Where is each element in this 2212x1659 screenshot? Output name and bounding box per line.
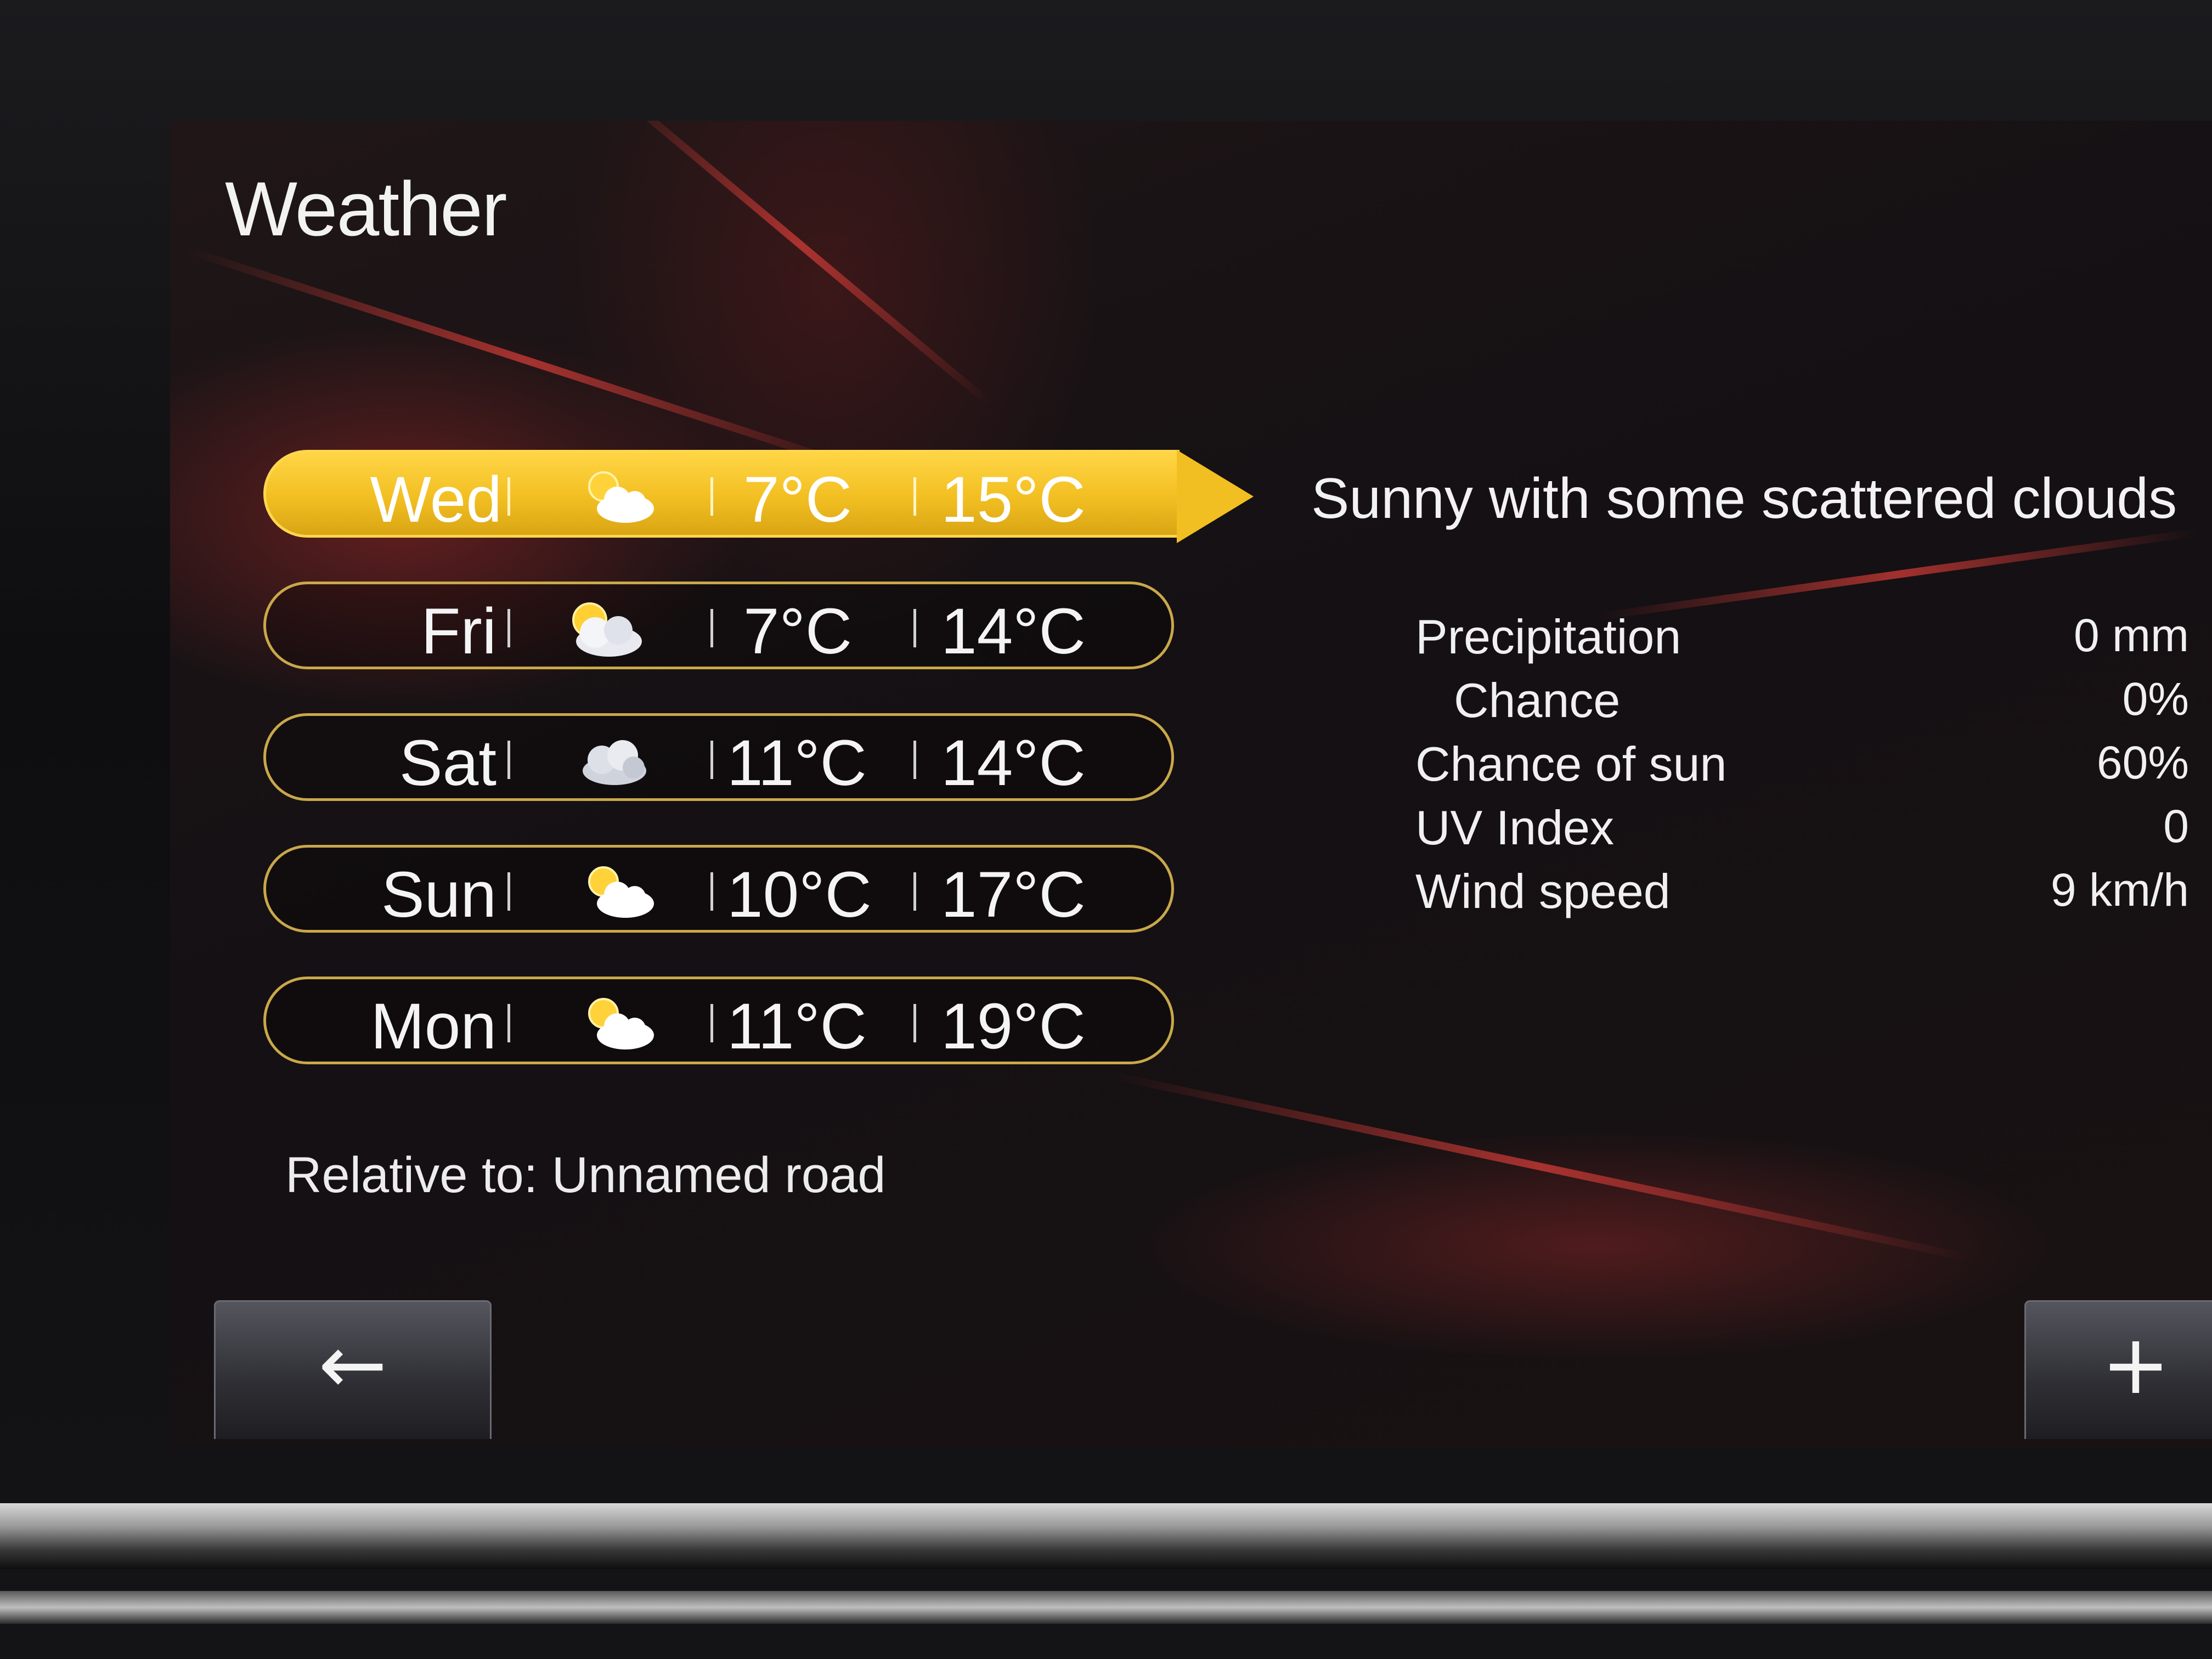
plus-icon: + [2101, 1317, 2170, 1413]
separator [507, 477, 510, 516]
separator [913, 1004, 916, 1042]
temp-low: 10°C [727, 859, 872, 931]
temp-high: 14°C [941, 595, 1086, 668]
background-streak [1599, 528, 2198, 620]
separator [710, 1004, 713, 1042]
separator [507, 609, 510, 647]
temp-high: 15°C [941, 464, 1086, 536]
separator [913, 609, 916, 647]
temp-low: 7°C [743, 464, 853, 536]
detail-row-chance-of-sun: Chance of sun 60% [1415, 736, 2189, 800]
detail-value: 60% [2096, 737, 2189, 788]
detail-row-chance: Chance 0% [1415, 673, 2189, 736]
forecast-row-mon[interactable]: Mon 11°C 19°C [263, 977, 1174, 1064]
detail-value: 0 mm [2074, 610, 2189, 661]
forecast-summary: Sunny with some scattered clouds [1311, 467, 2177, 531]
separator [710, 477, 713, 516]
background-streak [1111, 1071, 1972, 1262]
sun-cloud-icon [573, 990, 661, 1056]
forecast-row-fri[interactable]: Fri 7°C 14°C [263, 582, 1174, 669]
separator [507, 741, 510, 779]
page-title: Weather [225, 166, 507, 252]
detail-label: Chance [1454, 673, 1621, 727]
sun-cloud-icon [573, 859, 661, 924]
weather-details: Precipitation 0 mm Chance 0% Chance of s… [1415, 609, 2189, 927]
detail-label: Wind speed [1415, 864, 1671, 918]
weather-screen: Weather Wed 7°C 15°C Fri 7°C 14°C Sat 11… [170, 121, 2212, 1448]
back-button[interactable]: ← [214, 1300, 492, 1439]
separator [710, 609, 713, 647]
separator [913, 477, 916, 516]
day-name: Sun [381, 859, 496, 931]
detail-label: Chance of sun [1415, 737, 1727, 791]
temp-low: 11°C [727, 727, 867, 799]
forecast-row-wed[interactable]: Wed 7°C 15°C [263, 450, 1254, 543]
sun-behind-clouds-icon [557, 595, 645, 661]
separator [507, 872, 510, 911]
day-name: Sat [399, 727, 496, 799]
detail-row-precipitation: Precipitation 0 mm [1415, 609, 2189, 673]
separator [913, 741, 916, 779]
temp-high: 14°C [941, 727, 1086, 799]
forecast-row-sun[interactable]: Sun 10°C 17°C [263, 845, 1174, 933]
temp-low: 7°C [743, 595, 853, 668]
back-arrow-icon: ← [318, 1317, 387, 1413]
background-streak [609, 121, 993, 407]
detail-value: 0 [2163, 800, 2189, 852]
add-button[interactable]: + [2024, 1300, 2212, 1439]
sun-cloud-icon [573, 464, 661, 529]
day-name: Wed [370, 464, 503, 536]
separator [710, 872, 713, 911]
detail-row-wind-speed: Wind speed 9 km/h [1415, 864, 2189, 927]
forecast-row-sat[interactable]: Sat 11°C 14°C [263, 713, 1174, 801]
day-name: Fri [421, 595, 496, 668]
separator [507, 1004, 510, 1042]
detail-label: Precipitation [1415, 610, 1681, 664]
separator [913, 872, 916, 911]
temp-low: 11°C [727, 990, 867, 1063]
temp-high: 19°C [941, 990, 1086, 1063]
temp-high: 17°C [941, 859, 1086, 931]
chrome-trim-lower [0, 1591, 2212, 1624]
detail-value: 9 km/h [2050, 864, 2189, 916]
day-name: Mon [370, 990, 496, 1063]
detail-value: 0% [2122, 673, 2189, 725]
separator [710, 741, 713, 779]
clouds-icon [568, 727, 656, 793]
detail-label: UV Index [1415, 800, 1614, 855]
location-reference: Relative to: Unnamed road [285, 1147, 886, 1203]
chrome-trim [0, 1503, 2212, 1569]
detail-row-uv-index: UV Index 0 [1415, 800, 2189, 864]
background-streak [186, 246, 867, 475]
